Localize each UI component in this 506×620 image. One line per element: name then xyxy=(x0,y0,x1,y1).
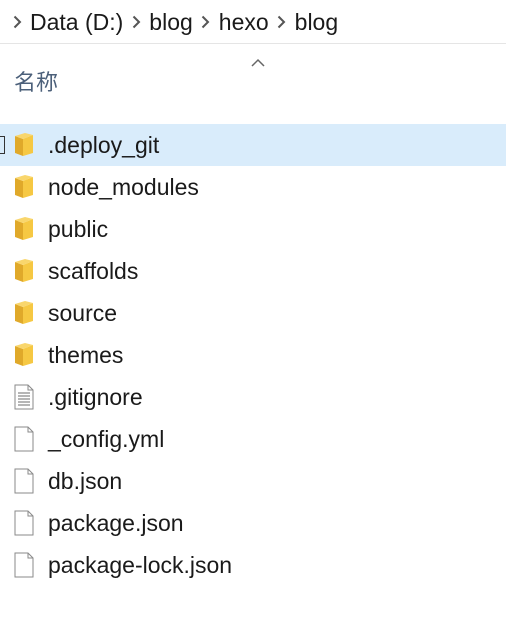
breadcrumb-item-blog-current[interactable]: blog xyxy=(293,0,340,44)
folder-icon xyxy=(12,216,36,242)
file-name: source xyxy=(48,300,118,326)
folder-icon xyxy=(12,342,36,368)
breadcrumb: Data (D:) blog hexo blog xyxy=(0,0,506,44)
list-item[interactable]: node_modules xyxy=(0,166,506,208)
chevron-right-icon[interactable] xyxy=(6,0,28,44)
file-list: .deploy_git node_modules public scaffold… xyxy=(0,124,506,586)
sort-ascending-icon xyxy=(250,55,266,73)
list-item[interactable]: .deploy_git xyxy=(0,124,506,166)
list-item[interactable]: scaffolds xyxy=(0,250,506,292)
list-item[interactable]: package.json xyxy=(0,502,506,544)
breadcrumb-item-drive[interactable]: Data (D:) xyxy=(28,0,125,44)
list-item[interactable]: db.json xyxy=(0,460,506,502)
file-name: themes xyxy=(48,342,124,368)
file-name: .gitignore xyxy=(48,384,143,410)
text-file-icon xyxy=(12,384,36,410)
file-icon xyxy=(12,510,36,536)
chevron-right-icon[interactable] xyxy=(125,0,147,44)
folder-icon xyxy=(12,132,36,158)
list-item[interactable]: _config.yml xyxy=(0,418,506,460)
chevron-right-icon[interactable] xyxy=(271,0,293,44)
file-name: package.json xyxy=(48,510,184,536)
breadcrumb-item-hexo[interactable]: hexo xyxy=(217,0,271,44)
column-header-name[interactable]: 名称 xyxy=(14,70,58,98)
folder-icon xyxy=(12,300,36,326)
folder-icon xyxy=(12,258,36,284)
file-name: _config.yml xyxy=(48,426,165,452)
breadcrumb-item-blog[interactable]: blog xyxy=(147,0,194,44)
chevron-right-icon[interactable] xyxy=(195,0,217,44)
selection-checkbox[interactable] xyxy=(0,136,5,154)
list-item[interactable]: public xyxy=(0,208,506,250)
folder-icon xyxy=(12,174,36,200)
list-item[interactable]: package-lock.json xyxy=(0,544,506,586)
file-icon xyxy=(12,426,36,452)
file-icon xyxy=(12,552,36,578)
file-name: .deploy_git xyxy=(48,132,160,158)
file-explorer: Data (D:) blog hexo blog 名称 .deploy_git xyxy=(0,0,506,620)
list-item[interactable]: source xyxy=(0,292,506,334)
file-name: db.json xyxy=(48,468,123,494)
file-icon xyxy=(12,468,36,494)
file-name: scaffolds xyxy=(48,258,139,284)
list-item[interactable]: .gitignore xyxy=(0,376,506,418)
file-name: package-lock.json xyxy=(48,552,233,578)
file-name: public xyxy=(48,216,109,242)
file-name: node_modules xyxy=(48,174,199,200)
list-item[interactable]: themes xyxy=(0,334,506,376)
